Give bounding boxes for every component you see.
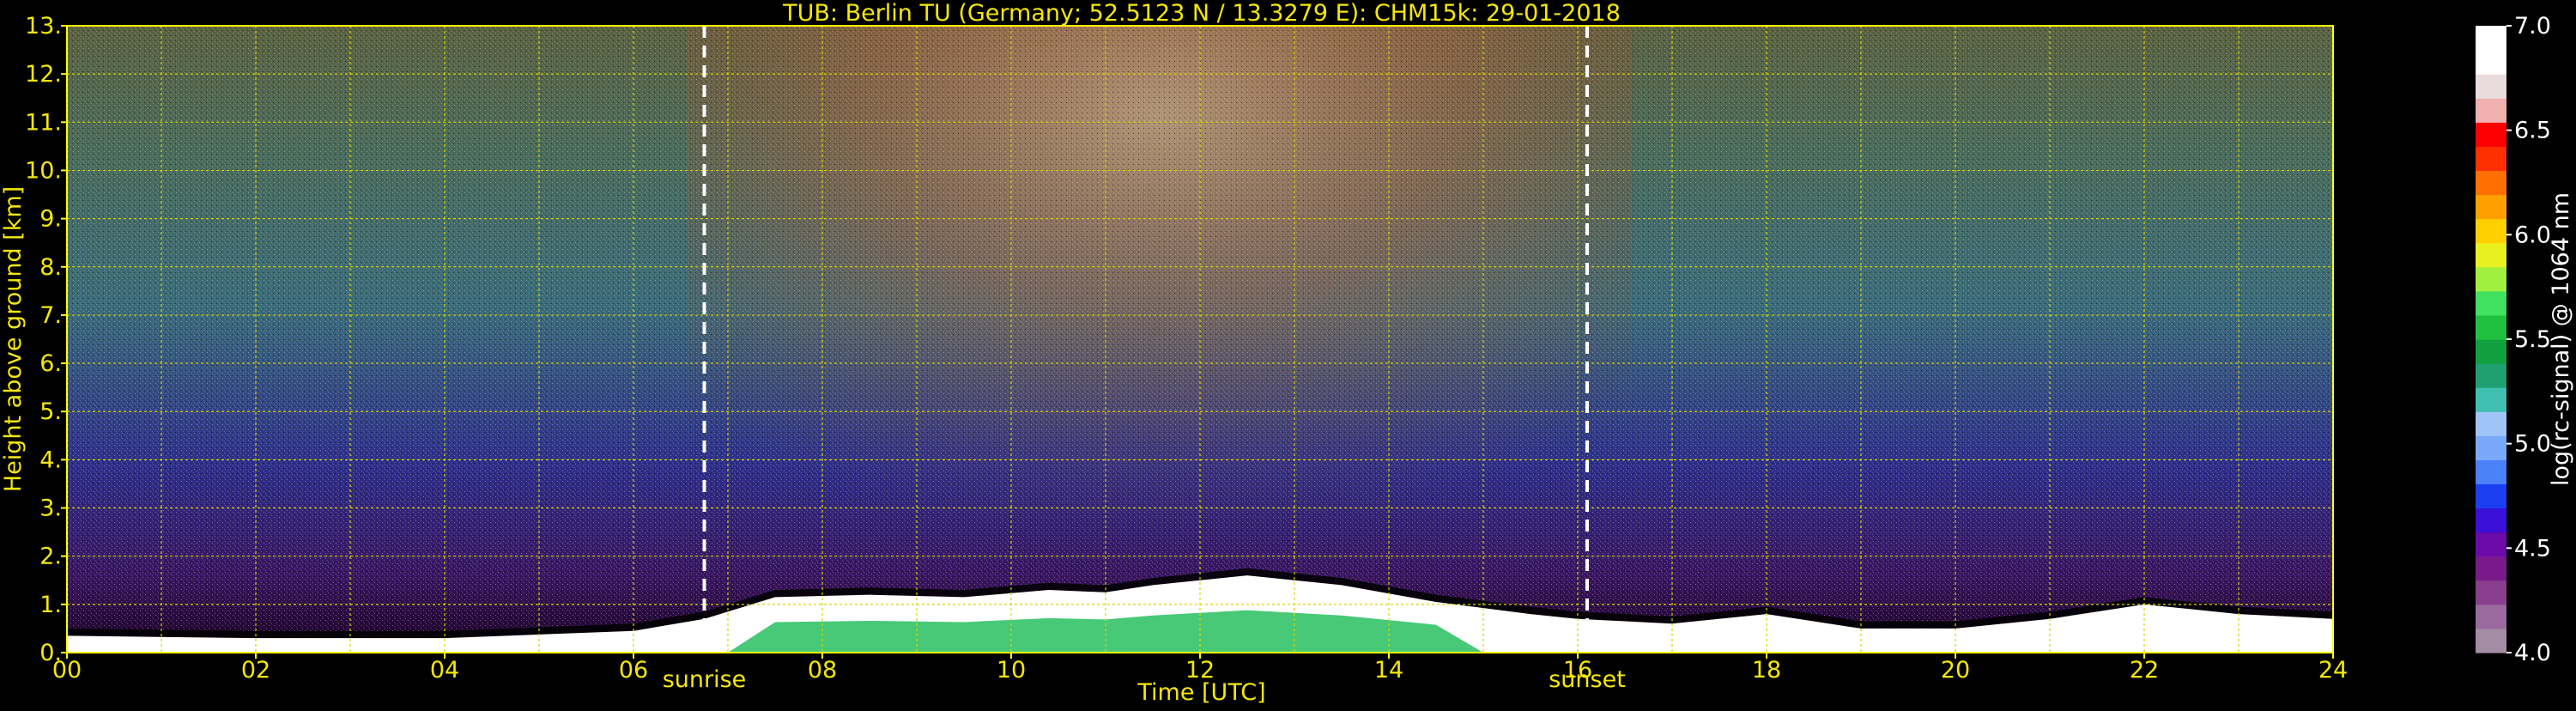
colorbar-segment xyxy=(2476,556,2506,581)
x-tick-label: 18 xyxy=(1752,657,1781,684)
colorbar-segment xyxy=(2476,242,2506,268)
colorbar-segment xyxy=(2476,50,2506,75)
y-tick-label: 4. xyxy=(39,447,62,473)
y-tick-label: 6. xyxy=(39,350,62,377)
x-axis-label: Time [UTC] xyxy=(1136,679,1265,706)
colorbar-tick-label: 6.0 xyxy=(2514,222,2551,248)
colorbar-segment xyxy=(2476,170,2506,196)
chart-title: TUB: Berlin TU (Germany; 52.5123 N / 13.… xyxy=(782,0,1621,27)
colorbar-tick-label: 4.5 xyxy=(2514,535,2551,562)
chart-svg: 00 02 04 06 08 10 12 14 16 18 20 22 24 0.1.2.3.4.5.6… xyxy=(0,0,2574,706)
y-axis-ticks: 0. 1. 2. 3. 4. 5. 6. 7. 8. 9. 10. 11. 12. 13. xyxy=(25,13,67,666)
x-tick-label: 10 xyxy=(997,657,1026,684)
x-tick-label: 14 xyxy=(1374,657,1403,684)
colorbar-label: log(rc-signal) @ 1064 nm xyxy=(2548,192,2574,486)
colorbar-segment xyxy=(2476,507,2506,533)
colorbar-segment xyxy=(2476,266,2506,292)
lidar-quicklook-figure: 00 02 04 06 08 10 12 14 16 18 20 22 24 0. 1. 2. 3. 4. 5. 6… xyxy=(0,0,2576,708)
y-tick-label: 12. xyxy=(25,61,62,88)
colorbar-segment xyxy=(2476,604,2506,629)
colorbar-tick-label: 5.0 xyxy=(2514,431,2551,458)
colorbar-segment xyxy=(2476,580,2506,605)
colorbar-segment xyxy=(2476,26,2506,51)
colorbar-segment xyxy=(2476,290,2506,316)
y-tick-label: 3. xyxy=(39,495,62,522)
colorbar-segment xyxy=(2476,74,2506,99)
y-tick-label: 8. xyxy=(39,254,62,281)
colorbar-segment xyxy=(2476,483,2506,509)
colorbar-segment xyxy=(2476,363,2506,388)
colorbar-segment xyxy=(2476,314,2506,340)
y-tick-label: 2. xyxy=(39,544,62,570)
x-tick-label: 08 xyxy=(808,657,837,684)
colorbar-tick-label: 6.5 xyxy=(2514,118,2551,144)
colorbar-tick-label: 5.5 xyxy=(2514,326,2551,353)
y-tick-label: 0. xyxy=(39,640,62,666)
x-tick-label: 20 xyxy=(1941,657,1970,684)
sunset-label: sunset xyxy=(1549,666,1626,693)
y-tick-label: 1. xyxy=(39,592,62,618)
colorbar-segment xyxy=(2476,98,2506,123)
colorbar-segment xyxy=(2476,122,2506,147)
y-axis-label: Height above ground [km] xyxy=(0,186,27,492)
y-tick-label: 10. xyxy=(25,157,62,184)
x-tick-label: 02 xyxy=(241,657,270,684)
x-tick-label: 06 xyxy=(619,657,648,684)
colorbar-segment xyxy=(2476,628,2506,653)
x-tick-label: 22 xyxy=(2130,657,2159,684)
y-tick-label: 9. xyxy=(39,206,62,233)
colorbar-segment xyxy=(2476,387,2506,412)
y-tick-label: 7. xyxy=(39,302,62,329)
colorbar-segment xyxy=(2476,411,2506,436)
colorbar-segment xyxy=(2476,146,2506,172)
colorbar-tick-label: 7.0 xyxy=(2514,13,2551,40)
colorbar-segment xyxy=(2476,459,2506,485)
colorbar-segment xyxy=(2476,194,2506,220)
y-tick-label: 5. xyxy=(39,398,62,425)
colorbar-segment xyxy=(2476,339,2506,364)
colorbar-segment xyxy=(2476,218,2506,244)
sunrise-label: sunrise xyxy=(663,666,747,693)
colorbar-segment xyxy=(2476,435,2506,460)
y-tick-label: 13. xyxy=(25,13,62,40)
colorbar: 4.0 4.5 5.0 5.5 6.0 6.5 7.0 xyxy=(2476,13,2551,666)
colorbar-tick-label: 4.0 xyxy=(2514,640,2551,666)
x-tick-label: 24 xyxy=(2318,657,2348,684)
x-tick-label: 04 xyxy=(430,657,459,684)
colorbar-segment xyxy=(2476,532,2506,557)
plot-area xyxy=(67,26,2333,653)
y-tick-label: 11. xyxy=(25,109,62,136)
